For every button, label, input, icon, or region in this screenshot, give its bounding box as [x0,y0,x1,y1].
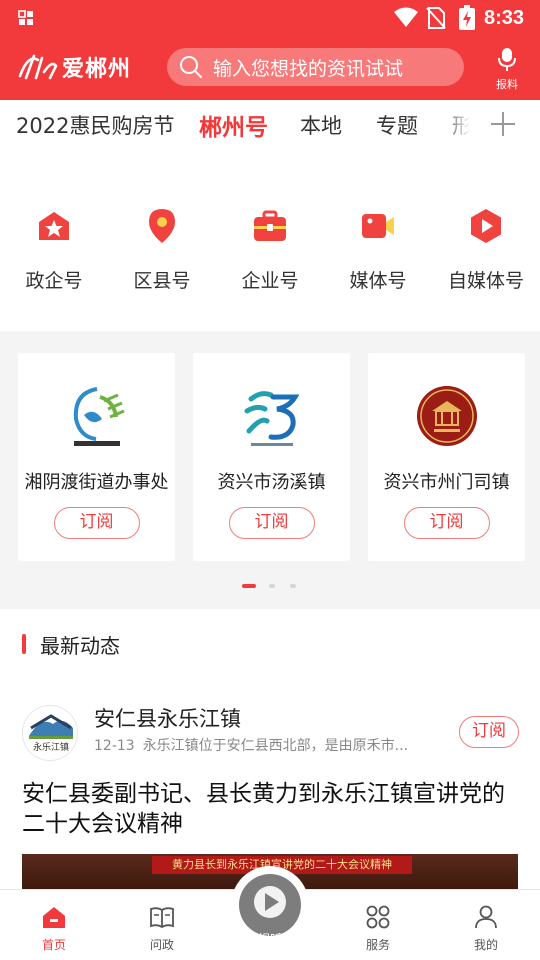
subscribe-button[interactable]: 订阅 [228,507,315,539]
account-card[interactable]: 资兴市州门司镇 订阅 [368,353,525,561]
logo-mark-icon [18,54,58,80]
account-name: 湘阴渡街道办事处 [24,472,169,493]
nav-label: 我的 [473,938,498,952]
source-logo-icon: 永乐江镇 [23,706,77,760]
microphone-icon [498,48,516,71]
subscribe-button[interactable]: 订阅 [53,507,140,539]
latest-updates: 最新动态 永乐江镇 安仁县永乐江镇 12-13 永乐江镇位于安仁县西北部，是由原禾… [0,609,540,894]
carousel-dot-active [242,584,256,588]
book-icon [150,907,174,929]
nav-label: 首页 [41,938,66,952]
section-accent-bar [22,634,26,654]
source-excerpt: 永乐江镇位于安仁县西北部，是由原禾市... [142,738,409,754]
account-card[interactable]: 湘阴渡街道办事处 订阅 [18,353,175,561]
account-name: 资兴市州门司镇 [383,472,510,493]
svg-text:永乐江镇: 永乐江镇 [33,741,69,753]
carousel-dot [269,584,275,588]
category-district[interactable]: 区县号 [108,206,216,293]
play-circle-icon [254,886,286,918]
nav-label: 视听 [257,932,282,946]
category-label: 媒体号 [349,270,407,292]
nav-profile[interactable]: 我的 [446,904,526,953]
post-date: 12-13 [94,738,135,754]
home-icon [43,907,65,928]
profile-icon [475,905,497,929]
status-time: 8:33 [484,7,525,29]
government-icon [39,212,69,240]
category-label: 自媒体号 [447,270,524,292]
category-label: 区县号 [133,270,191,292]
app-header: 8:33 爱郴州 输入您想找的资讯试试 报料 [0,0,540,100]
account-categories: 政企号 区县号 企业号 媒体号 自媒体号 [0,148,540,331]
nav-services[interactable]: 服务 [338,904,418,953]
category-media[interactable]: 媒体号 [324,206,432,293]
recommended-accounts: 湘阴渡街道办事处 订阅 资兴市汤溪镇 订阅 资兴市州门司镇 订阅 [0,331,540,609]
no-sim-icon [426,7,446,29]
tab-topics[interactable]: 专题 [376,110,418,140]
location-pin-icon [149,209,175,243]
report-button[interactable]: 报料 [487,46,527,92]
app-grid-icon [18,10,33,25]
play-icon [471,209,501,243]
carousel-indicator [0,584,540,590]
subscribe-button[interactable]: 订阅 [403,507,490,539]
nav-home[interactable]: 首页 [14,904,94,953]
nav-media-center[interactable]: 视听 [231,866,309,946]
tab-housing-festival[interactable]: 2022惠民购房节 [16,110,174,140]
video-camera-icon [362,214,394,238]
subscribe-button[interactable]: 订阅 [459,716,519,748]
source-name[interactable]: 安仁县永乐江镇 [94,703,241,733]
category-government[interactable]: 政企号 [0,206,108,293]
section-title: 最新动态 [40,633,120,658]
logo-text: 爱郴州 [62,57,132,82]
app-logo: 爱郴州 [16,48,131,86]
carousel-dot [290,584,296,588]
search-icon [180,56,202,78]
account-name: 资兴市汤溪镇 [217,472,326,493]
nav-inquiry[interactable]: 问政 [122,904,202,953]
news-headline[interactable]: 安仁县委副书记、县长黄力到永乐江镇宣讲党的二十大会议精神 [22,779,522,839]
search-bar[interactable]: 输入您想找的资讯试试 [167,48,464,86]
briefcase-icon [254,210,286,241]
tab-local[interactable]: 本地 [300,110,342,140]
report-label: 报料 [496,78,518,91]
category-enterprise[interactable]: 企业号 [216,206,324,293]
account-logo-icon [416,386,477,446]
search-placeholder: 输入您想找的资讯试试 [213,57,404,80]
nav-label: 问政 [149,938,174,952]
tab-chenzhou-accounts[interactable]: 郴州号 [199,108,268,142]
nav-label: 服务 [365,938,390,952]
media-center-circle [239,874,301,936]
section-header: 最新动态 [22,631,120,658]
source-meta: 12-13 永乐江镇位于安仁县西北部，是由原禾市... [94,735,444,755]
source-avatar[interactable]: 永乐江镇 [22,705,78,761]
category-label: 政企号 [25,270,83,292]
account-logo-icon [73,387,125,446]
battery-charging-icon [459,5,475,30]
category-label: 企业号 [241,270,299,292]
add-channel-icon[interactable] [489,110,517,138]
wifi-icon [394,7,418,27]
status-bar: 8:33 [0,0,540,36]
account-card[interactable]: 资兴市汤溪镇 订阅 [193,353,350,561]
services-icon [366,905,390,929]
account-logo-icon [244,391,299,446]
channel-tabs: 2022惠民购房节 郴州号 本地 专题 形 [0,100,540,148]
category-self-media[interactable]: 自媒体号 [432,206,540,293]
